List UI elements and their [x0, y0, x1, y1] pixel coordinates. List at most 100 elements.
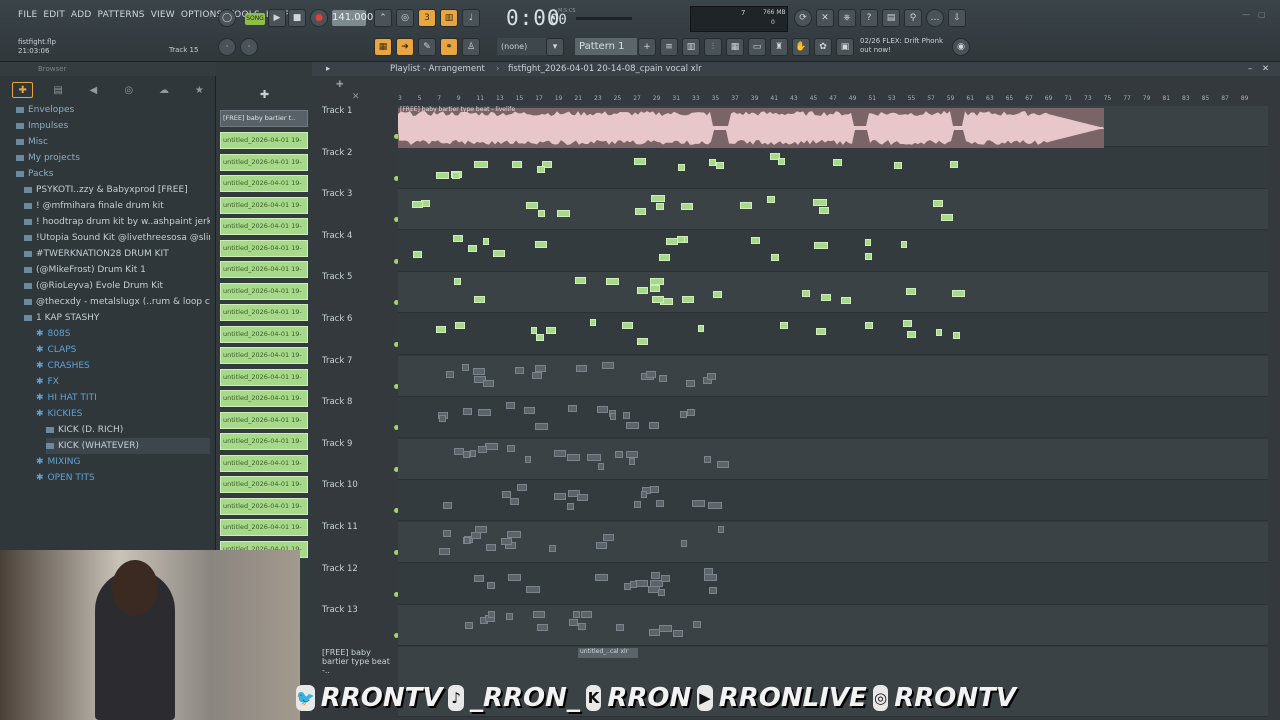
- pattern-clip[interactable]: [471, 531, 482, 539]
- track-lane[interactable]: [398, 605, 1268, 647]
- pattern-clip[interactable]: [462, 407, 473, 415]
- help-icon[interactable]: ?: [860, 9, 878, 27]
- pattern-clip[interactable]: [580, 610, 592, 618]
- pattern-clip[interactable]: [453, 277, 462, 285]
- browser-item[interactable]: (@MikeFrost) Drum Kit 1: [24, 262, 210, 278]
- picker-pattern-clip[interactable]: untitled_2026-04-01 19-: [220, 497, 308, 515]
- pattern-clip[interactable]: [640, 491, 648, 499]
- pattern-clip[interactable]: [894, 161, 903, 169]
- track-header[interactable]: Track 10: [322, 480, 399, 522]
- snap-arrow-icon[interactable]: ➜: [396, 38, 414, 56]
- chat-icon[interactable]: …: [926, 9, 944, 27]
- all-files-tab-icon[interactable]: ✚: [12, 82, 34, 98]
- stamp-icon[interactable]: ♙: [462, 38, 480, 56]
- pattern-clip[interactable]: [530, 326, 538, 334]
- pattern-clip[interactable]: [538, 209, 546, 217]
- track-lane[interactable]: [398, 522, 1268, 563]
- pattern-clip[interactable]: [603, 533, 615, 541]
- piano-roll-icon[interactable]: ▥: [682, 38, 700, 56]
- pattern-clip[interactable]: [463, 536, 471, 544]
- picker-pattern-clip[interactable]: untitled_2026-04-01 19-: [220, 153, 308, 171]
- pattern-clip[interactable]: [553, 449, 567, 457]
- pattern-clip[interactable]: [739, 202, 752, 210]
- step-edit-icon[interactable]: ▥: [440, 9, 458, 27]
- close-track-icon[interactable]: ✕: [352, 92, 360, 102]
- pattern-clip[interactable]: [524, 456, 532, 464]
- microphone-icon[interactable]: ⎈: [838, 9, 856, 27]
- browser-item[interactable]: (@RioLeyva) Evole Drum Kit: [24, 278, 210, 294]
- pattern-clip[interactable]: [650, 195, 665, 203]
- pattern-clip[interactable]: [682, 296, 694, 304]
- pattern-clip[interactable]: [501, 538, 513, 546]
- track-header[interactable]: Track 3: [322, 189, 399, 231]
- master-volume-slider[interactable]: [576, 17, 632, 20]
- pattern-clip[interactable]: [952, 290, 966, 298]
- pattern-clip[interactable]: [464, 622, 474, 630]
- browser-item[interactable]: ✱ 808S: [36, 326, 210, 342]
- audio-settings-icon[interactable]: ⟳: [794, 9, 812, 27]
- pattern-clip[interactable]: [708, 501, 722, 509]
- pattern-clip[interactable]: [517, 484, 528, 492]
- pattern-clip[interactable]: [566, 503, 574, 511]
- cloud-tab-icon[interactable]: ☁: [153, 82, 174, 98]
- pattern-clip[interactable]: [633, 157, 647, 165]
- playlist-close-icon[interactable]: ✕: [1262, 62, 1269, 76]
- pattern-clip[interactable]: [709, 587, 717, 595]
- pattern-clip[interactable]: [462, 364, 470, 372]
- track-header[interactable]: Track 6: [322, 314, 399, 356]
- pattern-clip[interactable]: [686, 408, 695, 416]
- pattern-clip[interactable]: [442, 501, 453, 509]
- pattern-clip[interactable]: [864, 321, 874, 329]
- pattern-clip[interactable]: [637, 337, 648, 345]
- browser-item[interactable]: Envelopes: [16, 102, 210, 118]
- track-header[interactable]: Track 12: [322, 564, 399, 606]
- pattern-clip[interactable]: [614, 450, 623, 458]
- preset-dropdown-icon[interactable]: ▾: [546, 38, 564, 56]
- pattern-clip[interactable]: [609, 413, 617, 421]
- playlist-icon[interactable]: ≡: [660, 38, 678, 56]
- pattern-clip[interactable]: [616, 623, 624, 631]
- pattern-clip[interactable]: [630, 580, 637, 588]
- channel-rack-icon[interactable]: ▦: [726, 38, 744, 56]
- picker-pattern-clip[interactable]: untitled_2026-04-01 19-: [220, 175, 308, 192]
- pattern-clip[interactable]: [940, 213, 954, 221]
- pattern-clip[interactable]: [707, 372, 716, 380]
- pattern-clip[interactable]: [698, 324, 705, 332]
- pattern-clip[interactable]: [483, 238, 490, 246]
- paint-tool-icon[interactable]: ✎: [418, 38, 436, 56]
- browser-item[interactable]: ✱ HI HAT TITI: [36, 390, 210, 406]
- pattern-clip[interactable]: [506, 445, 516, 453]
- track-lane[interactable]: [398, 563, 1268, 605]
- track-header[interactable]: Track 8: [322, 397, 399, 439]
- pattern-clip[interactable]: [708, 158, 717, 166]
- pattern-clip[interactable]: [595, 541, 608, 549]
- picker-pattern-clip[interactable]: untitled_2026-04-01 19-: [220, 218, 308, 235]
- pattern-clip[interactable]: [474, 574, 485, 582]
- pattern-clip[interactable]: [578, 623, 586, 631]
- pattern-clip[interactable]: [526, 585, 540, 593]
- pattern-clip[interactable]: [595, 574, 608, 582]
- plugin-tab-icon[interactable]: ◀: [83, 82, 104, 98]
- pattern-clip[interactable]: [815, 328, 827, 336]
- metronome-icon[interactable]: ⌃: [374, 9, 392, 27]
- pattern-clip[interactable]: [650, 278, 664, 286]
- pattern-clip[interactable]: [553, 492, 567, 500]
- picker-pattern-clip[interactable]: untitled_2026-04-01 19-: [220, 132, 308, 149]
- pattern-song-toggle[interactable]: SONG: [245, 13, 265, 25]
- stop-button[interactable]: ■: [288, 9, 306, 27]
- pattern-clip[interactable]: [537, 166, 545, 174]
- pattern-clip[interactable]: [681, 540, 688, 548]
- browser-item[interactable]: Impulses: [16, 118, 210, 134]
- tempo-display[interactable]: 141.000: [332, 10, 373, 26]
- news-panel[interactable]: 02/26 FLEX: Drift Phonk out now!: [860, 37, 943, 55]
- pattern-clip[interactable]: [676, 236, 686, 244]
- track-header[interactable]: Track 1: [322, 106, 399, 148]
- pattern-clip[interactable]: [492, 250, 505, 258]
- pattern-clip[interactable]: [686, 380, 696, 388]
- pattern-clip[interactable]: [950, 161, 958, 169]
- pattern-clip[interactable]: [635, 579, 648, 587]
- pattern-clip[interactable]: [589, 318, 597, 326]
- pattern-clip[interactable]: [443, 530, 452, 538]
- pattern-clip[interactable]: [482, 379, 494, 387]
- pattern-clip[interactable]: [446, 371, 455, 379]
